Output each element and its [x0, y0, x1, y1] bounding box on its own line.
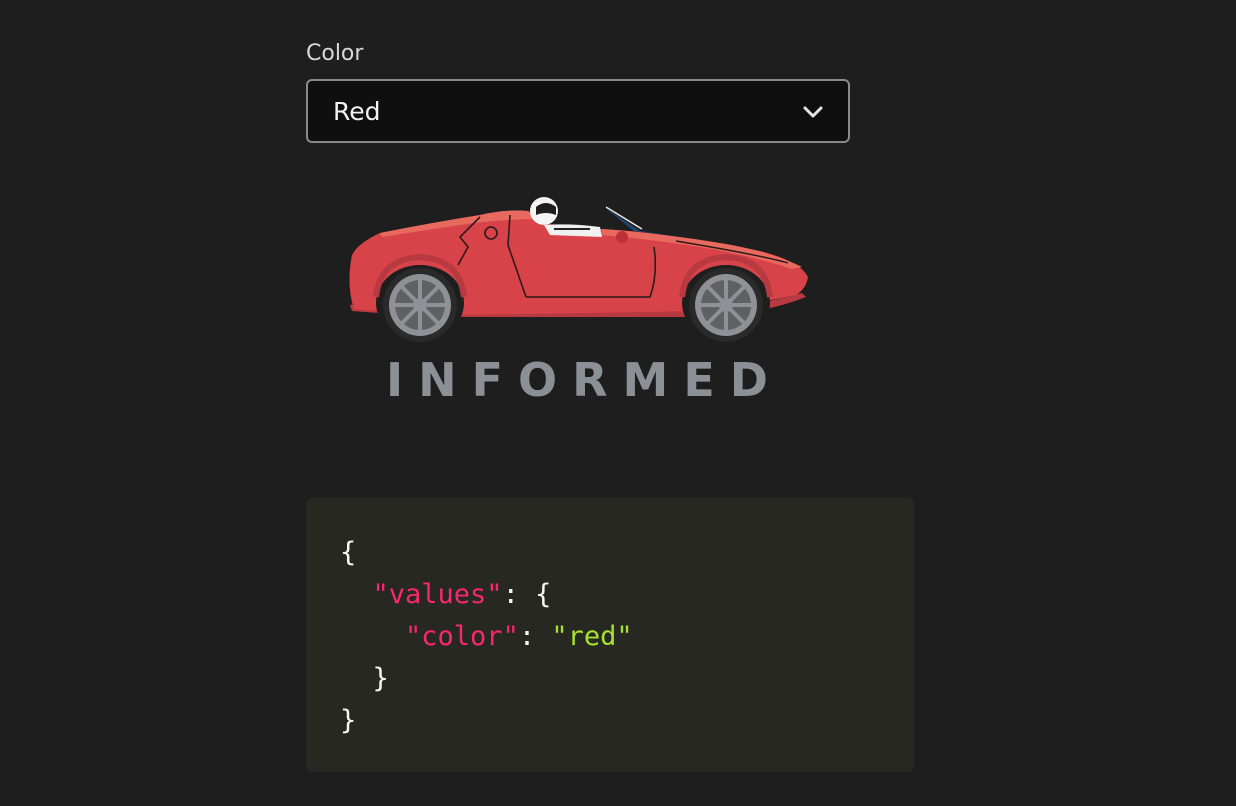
- color-select-value: Red: [333, 97, 381, 126]
- code-line-2: "values": {: [340, 574, 914, 616]
- code-inner-open: {: [535, 579, 552, 610]
- code-key-values: "values": [372, 579, 503, 610]
- code-inner-close: }: [372, 663, 389, 694]
- code-value-color: "red": [551, 621, 633, 652]
- code-open-brace: {: [340, 537, 357, 568]
- color-select[interactable]: Red: [306, 79, 850, 143]
- code-close-brace: }: [340, 705, 357, 736]
- code-colon: :: [518, 621, 536, 652]
- chevron-down-icon: [803, 106, 823, 118]
- color-field-label: Color: [306, 41, 364, 66]
- json-output: { "values": { "color": "red" }}: [306, 498, 914, 772]
- rear-wheel: [383, 268, 457, 342]
- code-colon: :: [502, 579, 519, 610]
- code-line-3: "color": "red": [340, 616, 914, 658]
- code-line-4: }: [340, 658, 914, 700]
- code-key-color: "color": [405, 621, 519, 652]
- front-wheel: [689, 268, 763, 342]
- code-line-1: {: [340, 532, 914, 574]
- brand-wordmark: INFORMED: [386, 353, 783, 407]
- code-line-5: }: [340, 700, 914, 742]
